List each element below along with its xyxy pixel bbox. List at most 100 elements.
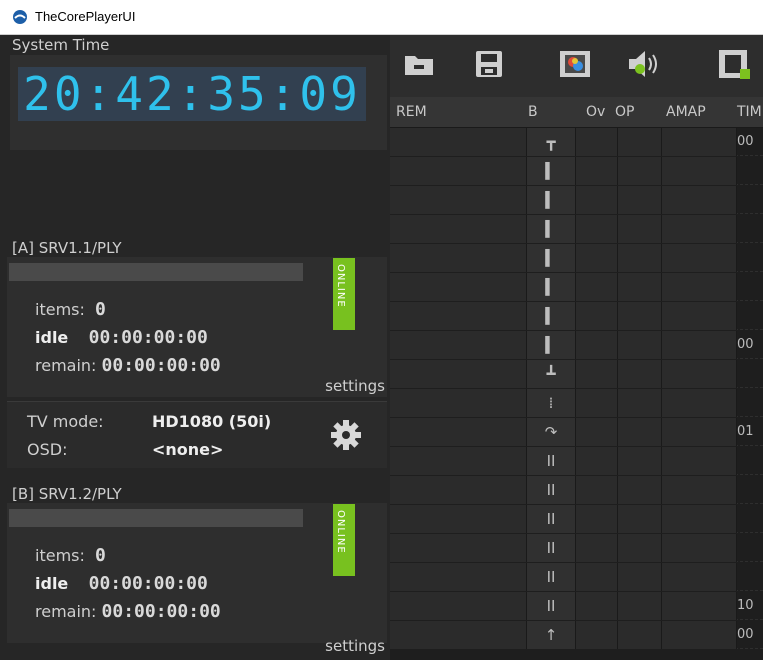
table-row[interactable]: ▍ xyxy=(390,157,763,185)
player-b-title: [B] SRV1.2/PLY xyxy=(12,485,122,503)
table-cell xyxy=(662,360,737,388)
block-marker: ▍ xyxy=(527,157,576,185)
table-row[interactable]: ▍ xyxy=(390,215,763,243)
block-marker: ▍ xyxy=(527,302,576,330)
table-row[interactable]: ⁞ xyxy=(390,389,763,417)
time-cell xyxy=(737,360,763,388)
block-marker: ┳ xyxy=(527,128,576,156)
preview-icon[interactable] xyxy=(558,47,592,81)
table-cell xyxy=(576,186,618,214)
time-cell xyxy=(737,389,763,417)
table-row[interactable]: ▍ xyxy=(390,244,763,272)
table-cell xyxy=(618,389,662,417)
table-row[interactable]: ↷ 01 xyxy=(390,418,763,446)
table-row[interactable]: ▍ xyxy=(390,273,763,301)
table-cell xyxy=(576,447,618,475)
table-cell xyxy=(662,476,737,504)
table-row[interactable]: ▍ xyxy=(390,186,763,214)
table-cell xyxy=(576,331,618,359)
table-cell xyxy=(618,244,662,272)
table-cell xyxy=(576,215,618,243)
table-cell xyxy=(390,157,527,185)
table-cell xyxy=(662,563,737,591)
table-row[interactable]: ↑ 00 xyxy=(390,621,763,649)
time-cell: 10 xyxy=(737,598,754,613)
block-marker: ▍ xyxy=(527,244,576,272)
player-a-title: [A] SRV1.1/PLY xyxy=(12,239,122,257)
clip-add-icon[interactable] xyxy=(716,47,750,81)
block-marker: II xyxy=(527,592,576,620)
block-marker: II xyxy=(527,563,576,591)
player-b-state: idle 00:00:00:00 xyxy=(35,573,208,594)
table-cell xyxy=(618,592,662,620)
table-row[interactable]: II xyxy=(390,447,763,475)
table-cell xyxy=(576,592,618,620)
table-cell xyxy=(390,534,527,562)
table-cell xyxy=(618,534,662,562)
table-cell xyxy=(576,621,618,649)
player-b-settings-link[interactable]: settings xyxy=(325,637,385,655)
table-cell xyxy=(390,128,527,156)
table-cell xyxy=(618,621,662,649)
table-cell xyxy=(576,128,618,156)
table-cell xyxy=(576,157,618,185)
toolbar xyxy=(390,35,763,97)
table-cell xyxy=(390,476,527,504)
osd-row: OSD: <none> xyxy=(27,440,224,459)
player-a-status-badge: ONLINE xyxy=(333,258,355,330)
save-icon[interactable] xyxy=(472,47,506,81)
table-row[interactable]: ▍ 00 xyxy=(390,331,763,359)
column-op[interactable]: OP xyxy=(615,97,634,127)
audio-icon[interactable] xyxy=(626,47,660,81)
table-cell xyxy=(662,592,737,620)
table-cell xyxy=(390,244,527,272)
column-time[interactable]: TIM xyxy=(737,97,762,127)
table-row[interactable]: II xyxy=(390,476,763,504)
time-cell xyxy=(737,215,763,243)
column-b[interactable]: B xyxy=(528,97,538,127)
gear-icon[interactable] xyxy=(329,418,363,452)
time-cell xyxy=(737,476,763,504)
table-cell xyxy=(662,273,737,301)
time-cell xyxy=(737,186,763,214)
table-cell xyxy=(662,128,737,156)
time-cell xyxy=(737,505,763,533)
table-header: REM B Ov OP AMAP TIM xyxy=(390,97,763,128)
table-cell xyxy=(390,505,527,533)
column-ov[interactable]: Ov xyxy=(586,97,605,127)
time-cell: 00 xyxy=(737,627,754,642)
table-cell xyxy=(390,331,527,359)
table-row[interactable]: II xyxy=(390,505,763,533)
table-cell xyxy=(618,360,662,388)
table-row[interactable]: II 10 xyxy=(390,592,763,620)
time-cell xyxy=(737,302,763,330)
table-cell xyxy=(618,128,662,156)
playlist-panel: REM B Ov OP AMAP TIM ┳ 00 ▍ ▍ ▍ ▍ ▍ ▍ ▍ 00 ┻ ⁞ ↷ 01 II… xyxy=(390,35,763,660)
table-row[interactable]: ┳ 00 xyxy=(390,128,763,156)
table-cell xyxy=(662,302,737,330)
table-cell xyxy=(618,273,662,301)
table-cell xyxy=(662,621,737,649)
table-cell xyxy=(576,534,618,562)
table-cell xyxy=(662,157,737,185)
block-marker: ⁞ xyxy=(527,389,576,417)
table-cell xyxy=(390,273,527,301)
player-b-panel: ONLINE items: 0 idle 00:00:00:00 remain:… xyxy=(7,503,387,655)
table-row[interactable]: II xyxy=(390,563,763,591)
time-cell xyxy=(737,563,763,591)
player-a-state: idle 00:00:00:00 xyxy=(35,327,208,348)
table-cell xyxy=(662,244,737,272)
table-cell xyxy=(662,186,737,214)
table-row[interactable]: ┻ xyxy=(390,360,763,388)
column-amap[interactable]: AMAP xyxy=(666,97,706,127)
table-row[interactable]: II xyxy=(390,534,763,562)
block-marker: ↷ xyxy=(527,418,576,446)
player-a-settings-link[interactable]: settings xyxy=(325,377,385,395)
table-cell xyxy=(618,302,662,330)
table-cell xyxy=(576,505,618,533)
column-rem[interactable]: REM xyxy=(396,97,427,127)
table-row[interactable]: ▍ xyxy=(390,302,763,330)
time-cell: 01 xyxy=(737,424,754,439)
table-cell xyxy=(390,621,527,649)
folder-icon[interactable] xyxy=(402,47,436,81)
